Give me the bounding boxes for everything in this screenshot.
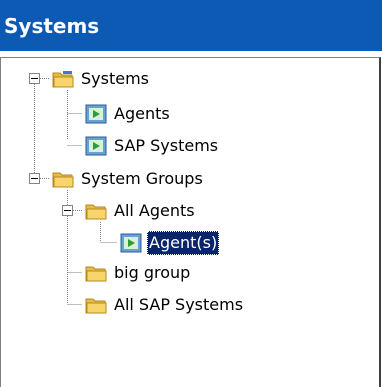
tree-node-label: All Agents — [114, 201, 195, 220]
play-item-icon — [120, 233, 142, 253]
play-item-icon — [85, 136, 107, 156]
tree-node-label: big group — [114, 263, 191, 282]
system-groups-collapse-icon[interactable] — [29, 173, 40, 184]
folder-icon — [85, 298, 107, 314]
tree-node-label-selected: Agent(s) — [147, 231, 220, 255]
systems-tree[interactable]: Systems Agents SAP Systems System Groups… — [0, 57, 381, 387]
tree-node-label: System Groups — [81, 169, 203, 188]
folder-open-icon — [52, 71, 74, 88]
folder-icon — [85, 204, 107, 220]
systems-collapse-icon[interactable] — [29, 73, 40, 84]
tree-node-label: Systems — [81, 69, 149, 88]
folder-icon — [85, 266, 107, 282]
systems-panel: Systems Systems Agents SAP Systems Syste… — [0, 0, 382, 387]
tree-node-label: Agents — [114, 104, 170, 123]
tree-node-label: SAP Systems — [114, 136, 219, 155]
panel-title: Systems — [4, 14, 100, 38]
panel-title-bar: Systems — [0, 0, 382, 51]
all-agents-collapse-icon[interactable] — [62, 205, 73, 216]
play-item-icon — [85, 104, 107, 124]
tree-node-label: All SAP Systems — [114, 295, 244, 314]
folder-icon — [52, 172, 74, 188]
